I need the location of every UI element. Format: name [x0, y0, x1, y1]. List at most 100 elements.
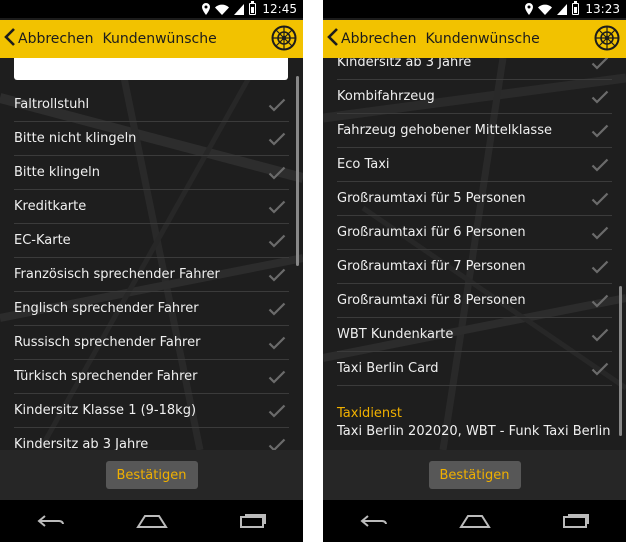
search-input[interactable] — [14, 58, 288, 80]
list-item[interactable]: WBT Kundenkarte — [337, 318, 612, 352]
list-item-label: Bitte klingeln — [14, 165, 100, 180]
home-icon[interactable] — [445, 506, 505, 536]
list-item[interactable]: Großraumtaxi für 6 Personen — [337, 216, 612, 250]
system-nav-bar — [0, 500, 303, 542]
scrollbar[interactable] — [296, 76, 299, 266]
check-icon[interactable] — [267, 267, 287, 283]
system-nav-bar — [323, 500, 626, 542]
check-icon[interactable] — [590, 58, 610, 71]
list-item[interactable]: Bitte nicht klingeln — [14, 122, 289, 156]
list-item[interactable]: Großraumtaxi für 7 Personen — [337, 250, 612, 284]
check-icon[interactable] — [267, 199, 287, 215]
check-icon[interactable] — [267, 233, 287, 249]
list-item[interactable]: Kindersitz Klasse 1 (9-18kg) — [14, 394, 289, 428]
scrollbar[interactable] — [619, 286, 622, 436]
list-item[interactable]: Russisch sprechender Fahrer — [14, 326, 289, 360]
check-icon[interactable] — [267, 403, 287, 419]
list-item-label: Taxi Berlin Card — [337, 361, 439, 376]
list-item-label: Englisch sprechender Fahrer — [14, 301, 199, 316]
list-item-label: Großraumtaxi für 5 Personen — [337, 191, 526, 206]
confirm-button[interactable]: Bestätigen — [105, 461, 198, 489]
back-arrow-icon[interactable] — [21, 506, 81, 536]
check-icon[interactable] — [590, 191, 610, 207]
list-item[interactable]: Fahrzeug gehobener Mittelklasse — [337, 114, 612, 148]
list-item[interactable]: Französisch sprechender Fahrer — [14, 258, 289, 292]
battery-icon — [572, 1, 580, 15]
footer-bar: Bestätigen — [323, 450, 626, 500]
list-item[interactable]: Großraumtaxi für 8 Personen — [337, 284, 612, 318]
location-icon — [525, 3, 534, 15]
page-title: Kundenwünsche — [425, 31, 540, 47]
status-time: 13:23 — [585, 2, 620, 16]
list-item-label: Großraumtaxi für 6 Personen — [337, 225, 526, 240]
check-icon[interactable] — [267, 437, 287, 450]
list-item-label: WBT Kundenkarte — [337, 327, 454, 342]
check-icon[interactable] — [590, 157, 610, 173]
wish-list: Faltrollstuhl Bitte nicht klingeln Bitte k… — [0, 88, 303, 450]
confirm-button[interactable]: Bestätigen — [428, 461, 521, 489]
recents-icon[interactable] — [546, 506, 606, 536]
check-icon[interactable] — [590, 123, 610, 139]
list-item[interactable]: Großraumtaxi für 5 Personen — [337, 182, 612, 216]
list-item[interactable]: Kombifahrzeug — [337, 80, 612, 114]
taxi-logo-icon — [594, 25, 620, 55]
taxi-service-section: Taxidienst Taxi Berlin 202020, WBT - Fun… — [337, 406, 611, 439]
section-value[interactable]: Taxi Berlin 202020, WBT - Funk Taxi Berl… — [337, 424, 611, 439]
check-icon[interactable] — [590, 259, 610, 275]
list-item-label: EC-Karte — [14, 233, 71, 248]
list-item[interactable]: EC-Karte — [14, 224, 289, 258]
list-item-label: Kindersitz ab 3 Jahre — [337, 58, 472, 70]
wish-list: Kindersitz ab 3 Jahre Kombifahrzeug Fahrze… — [323, 58, 626, 386]
taxi-logo-icon — [271, 25, 297, 55]
list-item-label: Türkisch sprechender Fahrer — [14, 369, 198, 384]
list-item[interactable]: Taxi Berlin Card — [337, 352, 612, 386]
list-item-label: Russisch sprechender Fahrer — [14, 335, 201, 350]
check-icon[interactable] — [590, 327, 610, 343]
location-icon — [202, 3, 211, 15]
check-icon[interactable] — [590, 225, 610, 241]
check-icon[interactable] — [590, 293, 610, 309]
check-icon[interactable] — [267, 131, 287, 147]
cancel-button[interactable]: Abbrechen — [323, 28, 416, 50]
list-item-label: Kombifahrzeug — [337, 89, 435, 104]
list-item-label: Kindersitz ab 3 Jahre — [14, 437, 149, 450]
check-icon[interactable] — [267, 301, 287, 317]
phone-screen-left: 12:45 Abbrechen Kundenwünsche Faltrollst… — [0, 0, 303, 542]
check-icon[interactable] — [267, 335, 287, 351]
battery-icon — [249, 1, 257, 15]
list-item-label: Kreditkarte — [14, 199, 87, 214]
check-icon[interactable] — [590, 361, 610, 377]
check-icon[interactable] — [267, 97, 287, 113]
list-item[interactable]: Kindersitz ab 3 Jahre — [14, 428, 289, 450]
chevron-left-icon — [327, 28, 339, 50]
list-item-label: Eco Taxi — [337, 157, 390, 172]
check-icon[interactable] — [590, 89, 610, 105]
check-icon[interactable] — [267, 165, 287, 181]
cancel-button[interactable]: Abbrechen — [0, 28, 93, 50]
home-icon[interactable] — [122, 506, 182, 536]
list-item[interactable]: Eco Taxi — [337, 148, 612, 182]
section-title: Taxidienst — [337, 406, 403, 421]
wifi-icon — [215, 4, 230, 15]
list-item[interactable]: Faltrollstuhl — [14, 88, 289, 122]
app-bar: Abbrechen Kundenwünsche — [323, 20, 626, 58]
list-item[interactable]: Türkisch sprechender Fahrer — [14, 360, 289, 394]
back-arrow-icon[interactable] — [344, 506, 404, 536]
list-item[interactable]: Englisch sprechender Fahrer — [14, 292, 289, 326]
phone-screen-right: 13:23 Abbrechen Kundenwünsche Kindersitz… — [323, 0, 626, 542]
list-item-label: Französisch sprechender Fahrer — [14, 267, 220, 282]
list-item-label: Fahrzeug gehobener Mittelklasse — [337, 123, 552, 138]
signal-icon — [234, 3, 245, 15]
signal-icon — [557, 3, 568, 15]
status-bar: 12:45 — [0, 0, 303, 18]
check-icon[interactable] — [267, 369, 287, 385]
list-item[interactable]: Kindersitz ab 3 Jahre — [337, 58, 612, 80]
app-bar: Abbrechen Kundenwünsche — [0, 20, 303, 58]
cancel-button-label: Abbrechen — [341, 31, 417, 47]
list-item-label: Bitte nicht klingeln — [14, 131, 137, 146]
wifi-icon — [538, 4, 553, 15]
recents-icon[interactable] — [223, 506, 283, 536]
page-title: Kundenwünsche — [102, 31, 217, 47]
list-item[interactable]: Bitte klingeln — [14, 156, 289, 190]
list-item[interactable]: Kreditkarte — [14, 190, 289, 224]
